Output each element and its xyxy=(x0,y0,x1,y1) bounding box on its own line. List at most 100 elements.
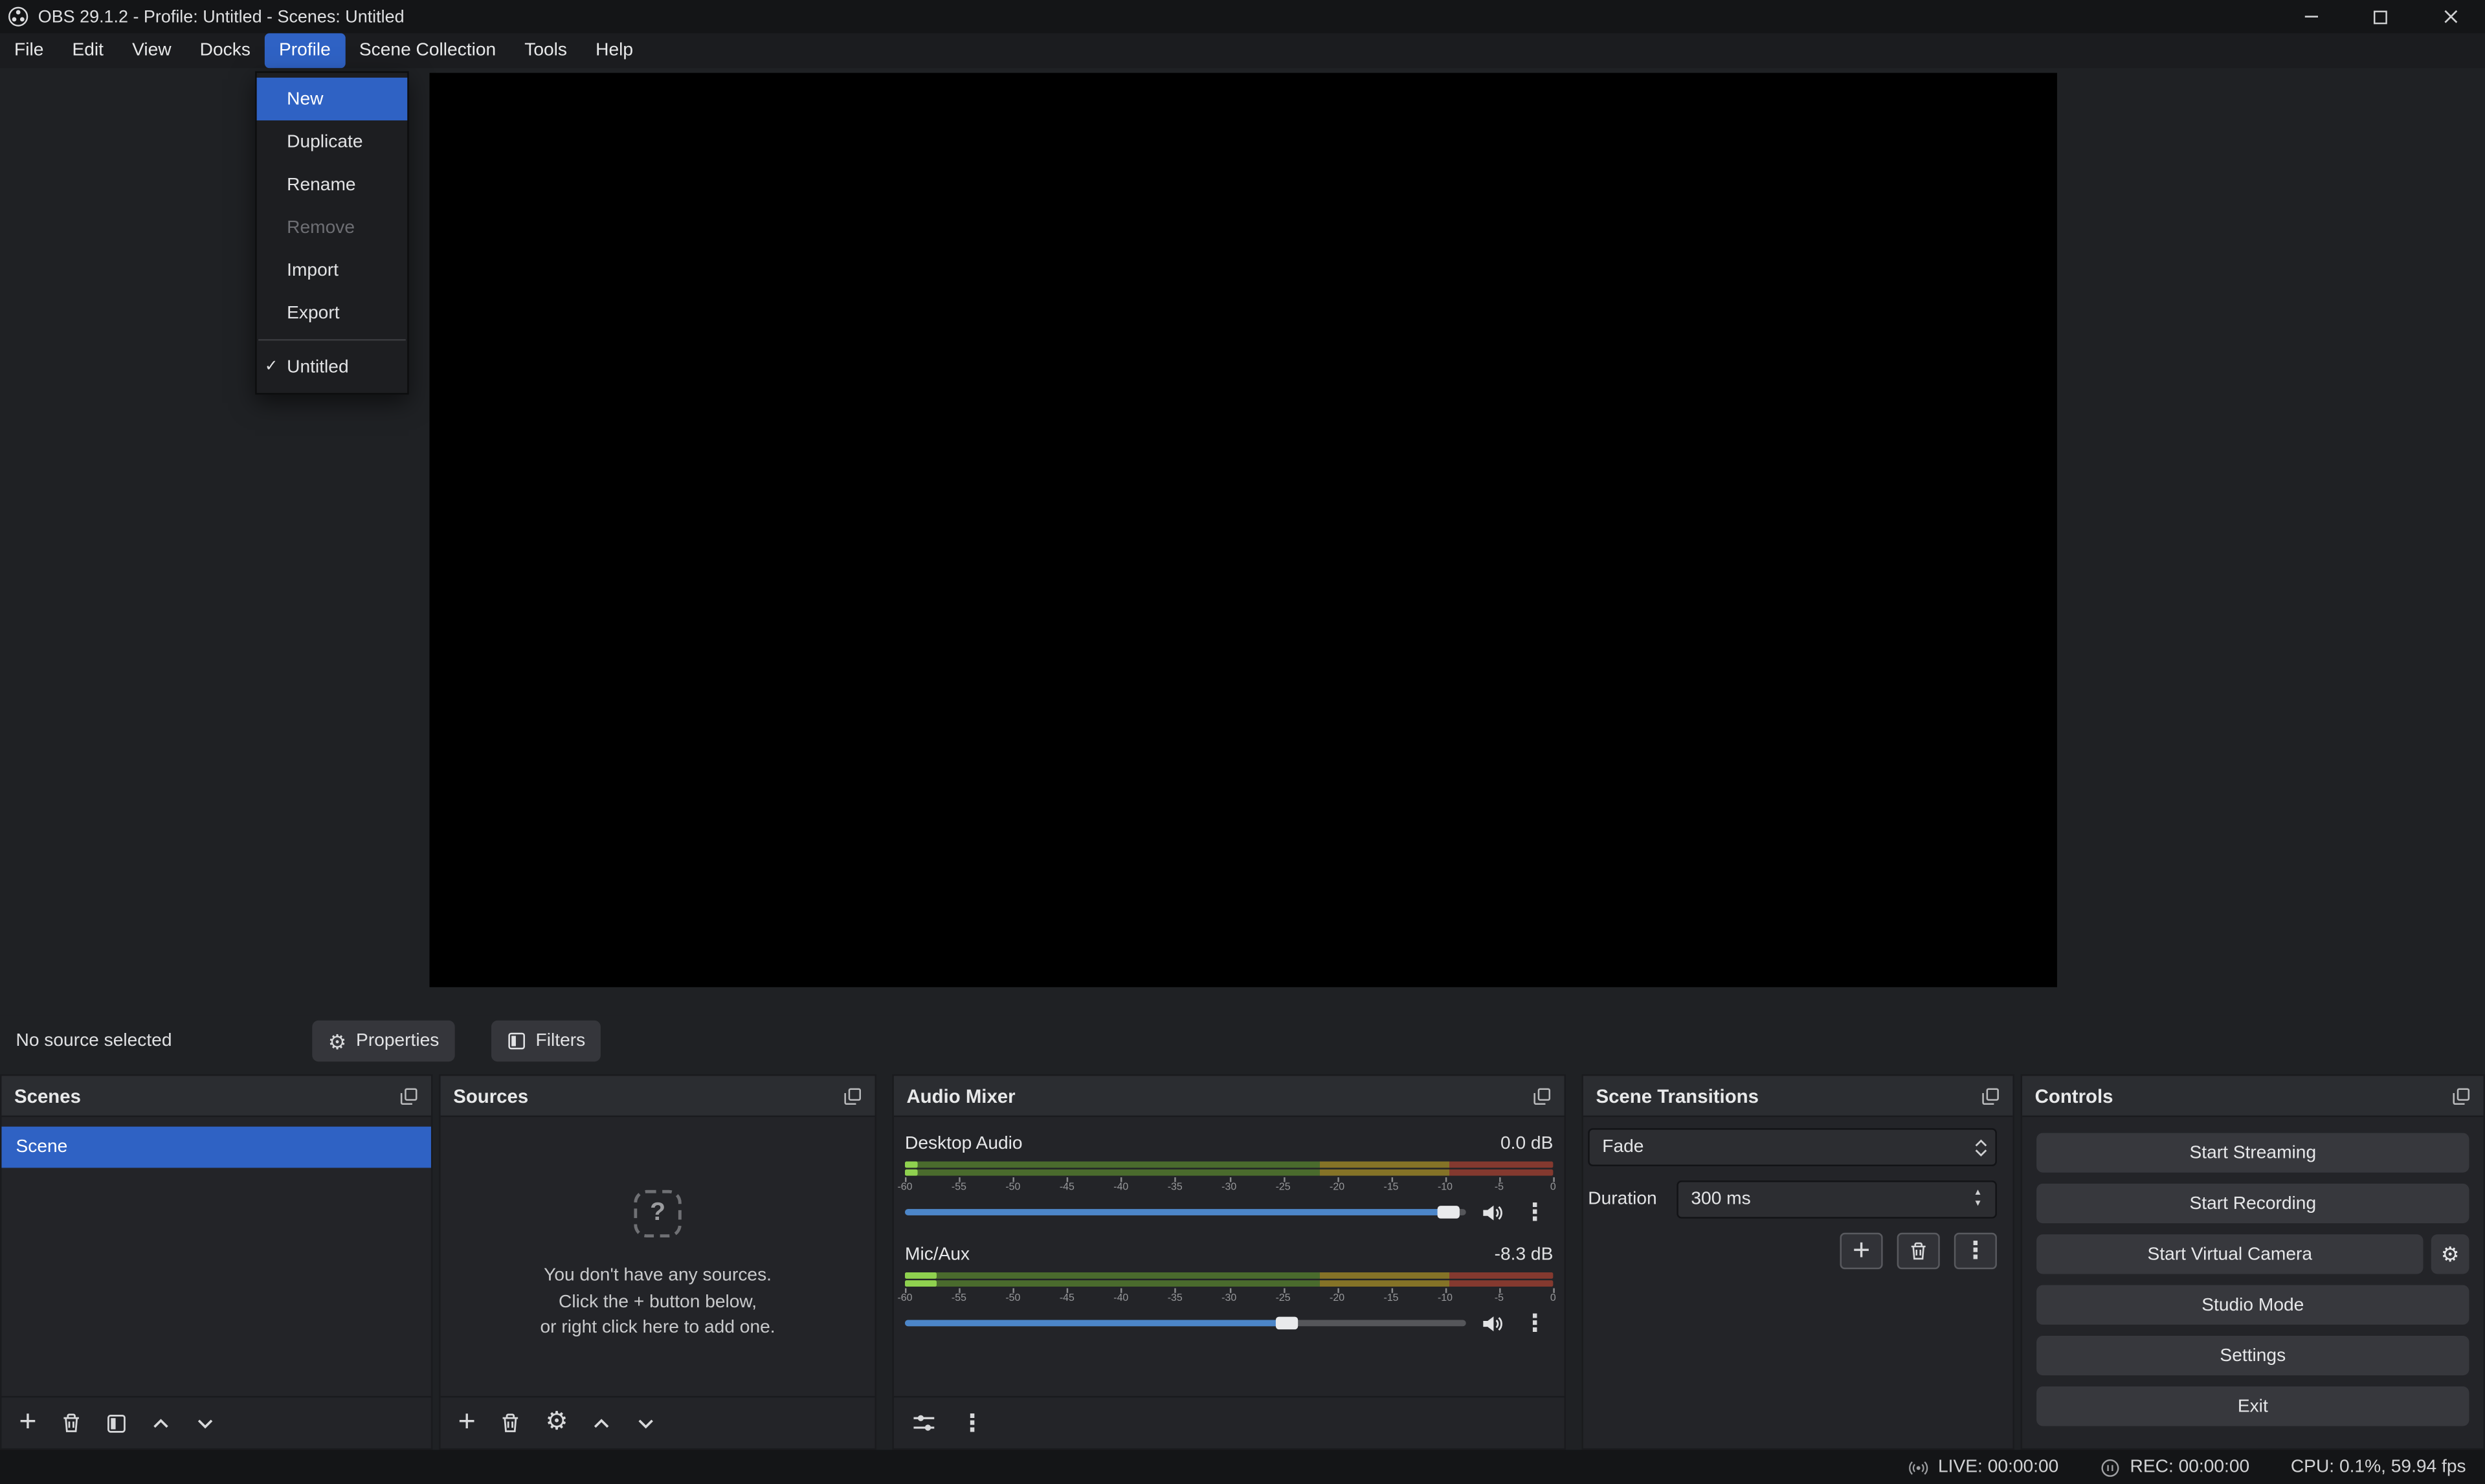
menu-profile[interactable]: Profile xyxy=(265,33,345,68)
audio-mixer-dock-title: Audio Mixer xyxy=(906,1085,1015,1107)
scene-transitions-dock-header: Scene Transitions xyxy=(1583,1076,2013,1117)
audio-mixer-dock-header: Audio Mixer xyxy=(894,1076,1565,1117)
status-bar: LIVE: 00:00:00 REC: 00:00:00 CPU: 0.1%, … xyxy=(0,1450,2485,1484)
mixer-channel-mic-aux: Mic/Aux -8.3 dB -60-55-50-45-40-35-30-25… xyxy=(905,1241,1553,1336)
filters-button[interactable]: Filters xyxy=(491,1021,601,1062)
duration-label: Duration xyxy=(1588,1190,1677,1209)
profile-menu-duplicate[interactable]: Duplicate xyxy=(257,120,408,163)
popout-icon[interactable] xyxy=(399,1086,418,1105)
mixer-options-button[interactable]: ⋮ xyxy=(961,1411,985,1435)
scenes-toolbar: + xyxy=(1,1396,431,1448)
start-virtual-camera-button[interactable]: Start Virtual Camera xyxy=(2036,1234,2423,1274)
menu-tools[interactable]: Tools xyxy=(510,33,581,68)
source-toolbar: No source selected ⚙ Properties Filters xyxy=(0,1015,2485,1066)
mixer-channel-desktop-audio: Desktop Audio 0.0 dB -60-55-50-45-40-35-… xyxy=(905,1130,1553,1225)
popout-icon[interactable] xyxy=(1533,1086,1552,1105)
profile-menu-rename[interactable]: Rename xyxy=(257,163,408,206)
mute-button[interactable] xyxy=(1480,1311,1504,1335)
remove-source-button[interactable] xyxy=(499,1412,521,1434)
source-properties-button[interactable]: ⚙ xyxy=(545,1410,568,1435)
controls-dock: Controls Start Streaming Start Recording… xyxy=(2021,1074,2485,1450)
sources-list[interactable]: ? You don't have any sources. Click the … xyxy=(441,1117,875,1448)
popout-icon[interactable] xyxy=(2452,1086,2471,1105)
transition-options-button[interactable]: ⋮ xyxy=(1954,1233,1997,1269)
question-mark-icon: ? xyxy=(634,1190,681,1237)
chevron-down-icon xyxy=(195,1413,216,1434)
dock-area: Scenes Scene + xyxy=(0,1074,2485,1450)
start-streaming-button[interactable]: Start Streaming xyxy=(2036,1133,2469,1173)
remove-scene-button[interactable] xyxy=(60,1412,82,1434)
mixer-toolbar: ⋮ xyxy=(894,1396,1565,1448)
menu-help[interactable]: Help xyxy=(581,33,647,68)
transition-select[interactable]: Fade xyxy=(1588,1128,1997,1166)
channel-options-button[interactable]: ⋮ xyxy=(1523,1311,1547,1335)
maximize-icon xyxy=(2372,8,2388,24)
popout-icon[interactable] xyxy=(843,1086,862,1105)
scene-transitions-dock-title: Scene Transitions xyxy=(1596,1085,1758,1107)
cpu-stats: CPU: 0.1%, 59.94 fps xyxy=(2291,1457,2466,1476)
exit-button[interactable]: Exit xyxy=(2036,1386,2469,1426)
menu-file[interactable]: File xyxy=(0,33,58,68)
menu-edit[interactable]: Edit xyxy=(58,33,118,68)
channel-options-button[interactable]: ⋮ xyxy=(1523,1201,1547,1224)
profile-menu-untitled[interactable]: ✓ Untitled xyxy=(257,346,408,388)
add-transition-button[interactable]: + xyxy=(1840,1233,1883,1269)
move-source-up-button[interactable] xyxy=(592,1413,612,1434)
menu-docks[interactable]: Docks xyxy=(186,33,265,68)
volume-slider[interactable] xyxy=(905,1311,1466,1336)
profile-menu-new[interactable]: New xyxy=(257,78,408,120)
properties-button[interactable]: ⚙ Properties xyxy=(312,1021,455,1062)
gear-icon: ⚙ xyxy=(2441,1244,2460,1265)
settings-button[interactable]: Settings xyxy=(2036,1336,2469,1375)
scene-list-item[interactable]: Scene xyxy=(1,1127,431,1168)
meter-scale: -60-55-50-45-40-35-30-25-20-15-10-50 xyxy=(905,1177,1553,1195)
scene-filters-button[interactable] xyxy=(106,1413,127,1434)
minimize-button[interactable] xyxy=(2276,0,2346,33)
add-scene-button[interactable]: + xyxy=(19,1412,36,1434)
controls-dock-header: Controls xyxy=(2022,1076,2483,1117)
scenes-dock-header: Scenes xyxy=(1,1076,431,1117)
profile-menu-export[interactable]: Export xyxy=(257,291,408,334)
start-recording-button[interactable]: Start Recording xyxy=(2036,1184,2469,1223)
close-icon xyxy=(2442,8,2459,25)
check-icon: ✓ xyxy=(265,358,278,375)
move-scene-up-button[interactable] xyxy=(151,1413,172,1434)
combo-arrows-icon xyxy=(1967,1138,1995,1156)
maximize-button[interactable] xyxy=(2346,0,2416,33)
menu-view[interactable]: View xyxy=(118,33,186,68)
close-button[interactable] xyxy=(2415,0,2485,33)
profile-dropdown-menu: New Duplicate Rename Remove Import Expor… xyxy=(255,71,408,394)
volume-slider-handle[interactable] xyxy=(1438,1206,1460,1219)
move-source-down-button[interactable] xyxy=(636,1413,657,1434)
rec-icon xyxy=(2100,1457,2121,1478)
volume-meter xyxy=(905,1162,1553,1176)
volume-slider-handle[interactable] xyxy=(1275,1317,1297,1330)
live-status: LIVE: 00:00:00 xyxy=(1908,1457,2058,1478)
audio-mixer-dock: Audio Mixer Desktop Audio 0.0 dB -60-55-… xyxy=(892,1074,1566,1450)
studio-mode-button[interactable]: Studio Mode xyxy=(2036,1285,2469,1325)
mute-button[interactable] xyxy=(1480,1201,1504,1224)
duration-spinbox[interactable]: 300 ms ▲▼ xyxy=(1677,1180,1997,1219)
volume-slider[interactable] xyxy=(905,1199,1466,1224)
spinbox-arrows[interactable]: ▲▼ xyxy=(1967,1184,1989,1215)
menu-scene-collection[interactable]: Scene Collection xyxy=(345,33,510,68)
trash-icon xyxy=(499,1412,521,1434)
chevron-up-icon xyxy=(151,1413,172,1434)
scene-transitions-dock: Scene Transitions Fade Duration 300 ms xyxy=(1581,1074,2014,1450)
scenes-list: Scene + xyxy=(1,1117,431,1448)
live-icon xyxy=(1908,1457,1928,1478)
remove-transition-button[interactable] xyxy=(1897,1233,1940,1269)
sources-empty-state: ? You don't have any sources. Click the … xyxy=(441,1190,875,1342)
sources-dock: Sources ? You don't have any sources. Cl… xyxy=(439,1074,876,1450)
controls-dock-title: Controls xyxy=(2035,1085,2113,1107)
advanced-audio-button[interactable] xyxy=(911,1410,937,1435)
sources-dock-title: Sources xyxy=(453,1085,528,1107)
move-scene-down-button[interactable] xyxy=(195,1413,216,1434)
profile-menu-import[interactable]: Import xyxy=(257,249,408,291)
popout-icon[interactable] xyxy=(1981,1086,2000,1105)
title-bar: OBS 29.1.2 - Profile: Untitled - Scenes:… xyxy=(0,0,2485,33)
virtual-camera-settings-button[interactable]: ⚙ xyxy=(2431,1234,2469,1274)
trash-icon xyxy=(1908,1241,1929,1261)
scenes-dock-title: Scenes xyxy=(14,1085,81,1107)
add-source-button[interactable]: + xyxy=(458,1412,476,1434)
